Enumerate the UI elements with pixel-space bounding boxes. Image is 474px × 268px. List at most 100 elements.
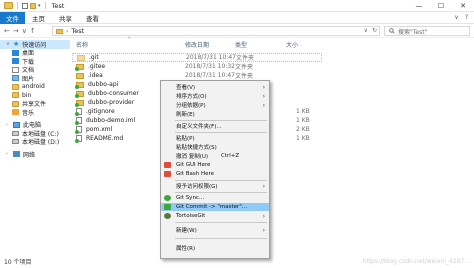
close-button[interactable]: ✕ [452,0,474,12]
back-button[interactable]: ← [4,27,10,35]
column-header-date[interactable]: 修改日期 [185,40,209,49]
file-name: .gitignore [86,108,115,115]
new-folder-icon[interactable] [30,2,36,9]
chevron-down-icon[interactable]: ∨ [6,41,10,47]
file-name: .idea [88,72,103,79]
status-bar: 10 个项目 https://blog.csdn.net/weixin_4287… [0,254,474,268]
menu-item-view[interactable]: 查看(V) › [161,83,269,92]
menu-item-customize-folder[interactable]: 自定义文件夹(F)... [161,122,269,130]
menu-item-label: Git Commit -> "master"... [176,204,248,210]
file-size: 1 KB [296,135,310,142]
file-name: pom.xml [86,126,113,133]
menu-item-sort-by[interactable]: 排序方式(O) › [161,92,269,101]
menu-item-new[interactable]: 新建(W) › [161,226,269,235]
chevron-right-icon: › [262,212,265,220]
forward-button[interactable]: → [13,27,19,35]
title-bar: ▾ Test — ☐ ✕ [0,0,474,12]
menu-item-label: Git Sync... [176,195,205,201]
file-icon [75,126,82,134]
sidebar-item-documents[interactable]: 文档 [0,66,70,74]
column-header-size[interactable]: 大小 [286,40,298,49]
menu-item-git-sync[interactable]: Git Sync... [161,194,269,202]
sidebar-item-downloads[interactable]: 下载 [0,57,70,66]
menu-item-git-gui[interactable]: Git GUI Here [161,161,269,169]
column-header-type[interactable]: 类型 [235,40,247,49]
sidebar-item-drive-d[interactable]: 本地磁盘 (D:) [0,138,70,146]
breadcrumb-current[interactable]: Test [71,27,84,35]
sidebar-item-quick-access[interactable]: ∨ ★ 快速访问 [0,40,70,49]
menu-item-shortcut: Ctrl+Z [221,153,240,159]
desktop-icon [12,49,19,56]
sidebar-item-bin[interactable]: bin [0,91,70,100]
breadcrumb-separator[interactable]: › [66,28,68,35]
menu-item-tortoisegit[interactable]: TortoiseGit › [161,212,269,220]
sidebar-item-label: bin [22,91,32,99]
menu-item-label: Git Bash Here [176,171,214,177]
expand-ribbon-button[interactable]: ∨ [454,14,458,21]
customize-toolbar-chevron-icon[interactable]: ▾ [38,3,41,9]
sidebar-item-network[interactable]: › 网络 [0,150,70,159]
window-controls: — ☐ ✕ [408,0,474,12]
menu-separator [175,192,267,193]
menu-item-git-bash[interactable]: Git Bash Here [161,170,269,178]
maximize-button[interactable]: ☐ [430,0,452,12]
network-icon [13,151,20,158]
file-size: 2 KB [296,126,310,133]
refresh-button[interactable]: ↻ [372,27,377,34]
minimize-button[interactable]: — [408,0,430,12]
menu-item-grant-access[interactable]: 授予访问权限(G) › [161,182,269,191]
help-button[interactable]: ? [465,14,468,21]
chevron-right-icon[interactable]: › [6,151,10,157]
file-name: dubbo-demo.iml [86,117,136,124]
menu-item-refresh[interactable]: 刷新(E) [161,110,269,118]
sidebar-item-this-pc[interactable]: › 此电脑 [0,121,70,129]
tortoisegit-icon [164,213,171,219]
address-history-button[interactable]: ∨ [364,27,368,34]
sidebar-item-drive-c[interactable]: 本地磁盘 (C:) [0,129,70,138]
menu-item-undo-copy[interactable]: 撤消 复制(U) Ctrl+Z [161,152,269,160]
address-bar[interactable]: › Test ∨ ↻ [52,26,380,36]
star-icon: ★ [13,40,20,49]
recent-locations-button[interactable]: ∨ [22,27,27,35]
tab-file[interactable]: 文件 [0,11,25,24]
sidebar-item-desktop[interactable]: 桌面 [0,49,70,57]
tab-home[interactable]: 主页 [25,13,52,23]
navigation-buttons: ← → ∨ ↑ [0,27,50,35]
menu-separator [175,238,267,239]
file-name: .git [89,54,99,61]
git-folder-icon [77,54,85,61]
menu-item-paste-shortcut[interactable]: 粘贴快捷方式(S) [161,143,269,151]
toolbar-divider [17,2,18,9]
menu-item-group-by[interactable]: 分组依据(P) › [161,101,269,110]
search-input[interactable]: 搜索"Test" [384,26,470,36]
tab-view[interactable]: 查看 [79,13,106,23]
download-icon [12,58,19,65]
file-row[interactable]: .gitee 2018/7/31 10:32 文件夹 [72,62,322,71]
file-row[interactable]: .idea 2018/7/31 10:47 文件夹 [72,71,322,80]
menu-item-label: 排序方式(O) [176,94,207,100]
file-row[interactable]: .git 2018/7/31 10:47 文件夹 [72,53,322,62]
chevron-right-icon[interactable]: › [6,122,10,128]
sidebar-item-pictures[interactable]: 图片 [0,74,70,83]
menu-item-paste[interactable]: 粘贴(P) [161,134,269,142]
menu-separator [175,120,267,121]
sidebar-item-android[interactable]: android [0,83,70,92]
folder-icon [12,92,19,99]
properties-icon[interactable] [22,2,28,9]
menu-item-label: 自定义文件夹(F)... [176,124,222,130]
menu-item-properties[interactable]: 属性(R) [161,244,269,252]
menu-item-label: 查看(V) [176,85,196,91]
sidebar-item-label: 图片 [22,75,35,83]
tab-share[interactable]: 共享 [52,13,79,23]
file-name: dubbo-consumer [88,90,139,97]
toolbar-divider [44,2,46,9]
sidebar-item-music[interactable]: 音乐 [0,108,70,117]
menu-item-git-commit[interactable]: Git Commit -> "master"... [161,203,269,211]
sidebar-item-shared-files[interactable]: 共享文件 [0,100,70,108]
computer-icon [13,121,20,128]
column-header-name[interactable]: 名称 [76,40,88,49]
file-date: 2018/7/31 10:32 [185,63,235,70]
up-button[interactable]: ↑ [30,27,36,35]
picture-icon [12,75,19,82]
context-menu: 查看(V) › 排序方式(O) › 分组依据(P) › 刷新(E) 自定义文件夹(F)… [160,80,270,259]
